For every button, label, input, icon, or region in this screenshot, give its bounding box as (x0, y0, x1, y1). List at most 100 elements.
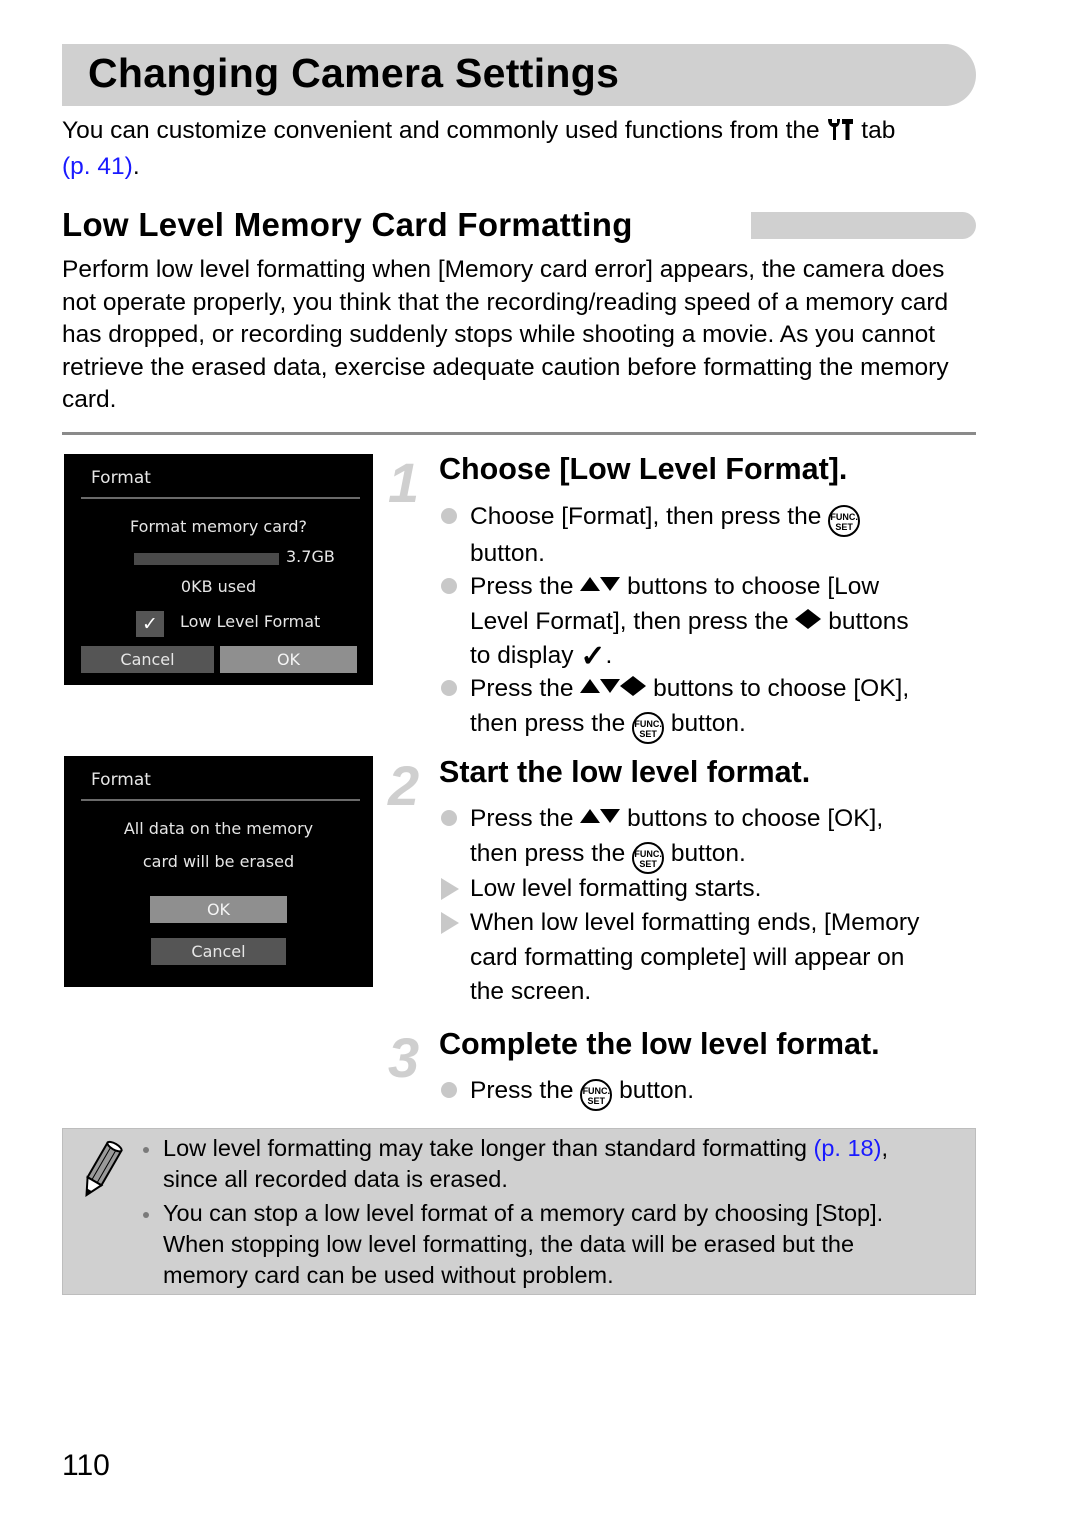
warning-line-1: All data on the memory (123, 819, 314, 838)
step-2-title: Start the low level format. (439, 755, 811, 789)
down-arrow-icon (600, 679, 621, 693)
cancel-button[interactable]: Cancel (81, 646, 214, 673)
item-text: Press the (470, 573, 574, 600)
item-text: then press the (470, 709, 626, 737)
item-text: buttons to choose [OK], (627, 805, 884, 832)
note-text: You can stop a low level format of a mem… (163, 1200, 884, 1226)
note-item-1: Low level formatting may take longer tha… (163, 1133, 963, 1195)
camera-screen-format-confirm: Format Format memory card? 3.7GB 0KB use… (64, 454, 373, 685)
func-set-button-icon: FUNC. SET (632, 711, 665, 744)
item-text: . (605, 642, 613, 669)
ok-button[interactable]: OK (150, 896, 287, 923)
result-arrow-icon (441, 878, 459, 900)
bullet-icon (441, 680, 457, 696)
step-2-item-1: Press the buttons to choose [OK], then p… (470, 802, 980, 874)
capacity-label: 3.7GB (286, 547, 335, 566)
func-set-button-icon: FUNC. SET (632, 841, 665, 874)
down-arrow-icon (600, 577, 621, 591)
intro-text: You can customize convenient and commonl… (62, 117, 820, 144)
checkmark-icon: ✓ (580, 640, 606, 673)
note-text: , (881, 1135, 888, 1161)
func-set-button-icon: FUNC. SET (580, 1079, 613, 1111)
step-1-item-1: Choose [Format], then press the FUNC. SET… (470, 500, 980, 572)
intro-tail: tab (861, 117, 896, 144)
up-arrow-icon (580, 809, 601, 823)
item-text: button. (670, 839, 746, 867)
intro-paragraph: You can customize convenient and commonl… (62, 114, 982, 183)
item-text: to display (470, 642, 574, 669)
page-41-link[interactable]: (p. 41) (62, 153, 133, 180)
page-title: Changing Camera Settings (88, 50, 620, 96)
screen-title: Format (91, 770, 151, 790)
right-arrow-icon (633, 676, 647, 696)
left-arrow-icon (620, 676, 634, 696)
low-level-format-checkbox[interactable]: ✓ (136, 611, 164, 637)
warning-line-2: card will be erased (142, 852, 295, 871)
wrench-tab-icon (826, 117, 854, 150)
item-text: Press the (470, 675, 574, 702)
step-2-result-2: When low level formatting ends, [Memory … (470, 906, 980, 1010)
item-text: the screen. (470, 978, 592, 1005)
bullet-icon (441, 1082, 457, 1098)
step-2-result-1: Low level formatting starts. (470, 875, 762, 902)
item-text: Choose [Format], then press the (470, 503, 822, 530)
screen-divider (81, 799, 360, 801)
step-1-item-3: Press the buttons to choose [OK], then p… (470, 672, 980, 744)
step-number-1: 1 (388, 451, 420, 514)
item-text: buttons to choose [OK], (653, 675, 910, 702)
step-number-3: 3 (388, 1026, 420, 1089)
bullet-icon (441, 508, 457, 524)
item-text: then press the (470, 839, 626, 867)
note-bullet-icon (143, 1147, 149, 1153)
pencil-icon (85, 1140, 123, 1198)
item-text: Press the (470, 1077, 574, 1104)
ok-button[interactable]: OK (220, 646, 357, 673)
item-text: Level Format], then press the (470, 607, 789, 635)
right-arrow-icon (808, 608, 822, 629)
section-body: Perform low level formatting when [Memor… (62, 256, 949, 413)
bullet-icon (441, 578, 457, 594)
step-1-title: Choose [Low Level Format]. (439, 452, 848, 486)
item-text: When low level formatting ends, [Memory (470, 909, 920, 936)
note-bullet-icon (143, 1212, 149, 1218)
page-number: 110 (62, 1449, 110, 1482)
bullet-icon (441, 810, 457, 826)
down-arrow-icon (600, 809, 621, 823)
note-text: memory card can be used without problem. (163, 1262, 614, 1288)
item-text: buttons (828, 607, 909, 635)
note-text: When stopping low level formatting, the … (163, 1231, 855, 1257)
section-heading-bar (751, 212, 976, 239)
step-1-item-2: Press the buttons to choose [Low Level F… (470, 570, 980, 675)
note-text: Low level formatting may take longer tha… (163, 1135, 807, 1161)
screen-divider (81, 497, 360, 499)
note-text: since all recorded data is erased. (163, 1166, 508, 1192)
title-bar: Changing Camera Settings (62, 44, 976, 106)
low-level-format-label: Low Level Format (180, 612, 321, 631)
intro-period: . (132, 153, 140, 180)
camera-screen-erase-warning: Format All data on the memory card will … (64, 756, 373, 987)
note-item-2: You can stop a low level format of a mem… (163, 1198, 963, 1291)
note-box: Low level formatting may take longer tha… (62, 1128, 976, 1295)
item-text: Press the (470, 805, 574, 832)
capacity-bar (134, 553, 279, 565)
divider (62, 432, 976, 435)
section-heading: Low Level Memory Card Formatting (62, 206, 633, 243)
item-text: button. (619, 1077, 695, 1104)
cancel-button[interactable]: Cancel (151, 938, 286, 965)
func-set-button-icon: FUNC. SET (828, 505, 861, 537)
step-number-2: 2 (388, 754, 420, 817)
format-question: Format memory card? (130, 517, 307, 536)
step-3-title: Complete the low level format. (439, 1027, 880, 1061)
used-label: 0KB used (180, 577, 257, 596)
up-arrow-icon (580, 577, 601, 591)
page-18-link[interactable]: (p. 18) (814, 1135, 882, 1161)
item-text: card formatting complete] will appear on (470, 943, 905, 971)
item-text: button. (470, 540, 545, 567)
left-arrow-icon (795, 608, 809, 629)
screen-title: Format (91, 468, 151, 488)
item-text: buttons to choose [Low (627, 573, 880, 600)
item-text: button. (670, 709, 746, 737)
result-arrow-icon (441, 912, 459, 934)
up-arrow-icon (580, 679, 601, 693)
step-3-item-1: Press the FUNC. SET button. (470, 1074, 980, 1111)
